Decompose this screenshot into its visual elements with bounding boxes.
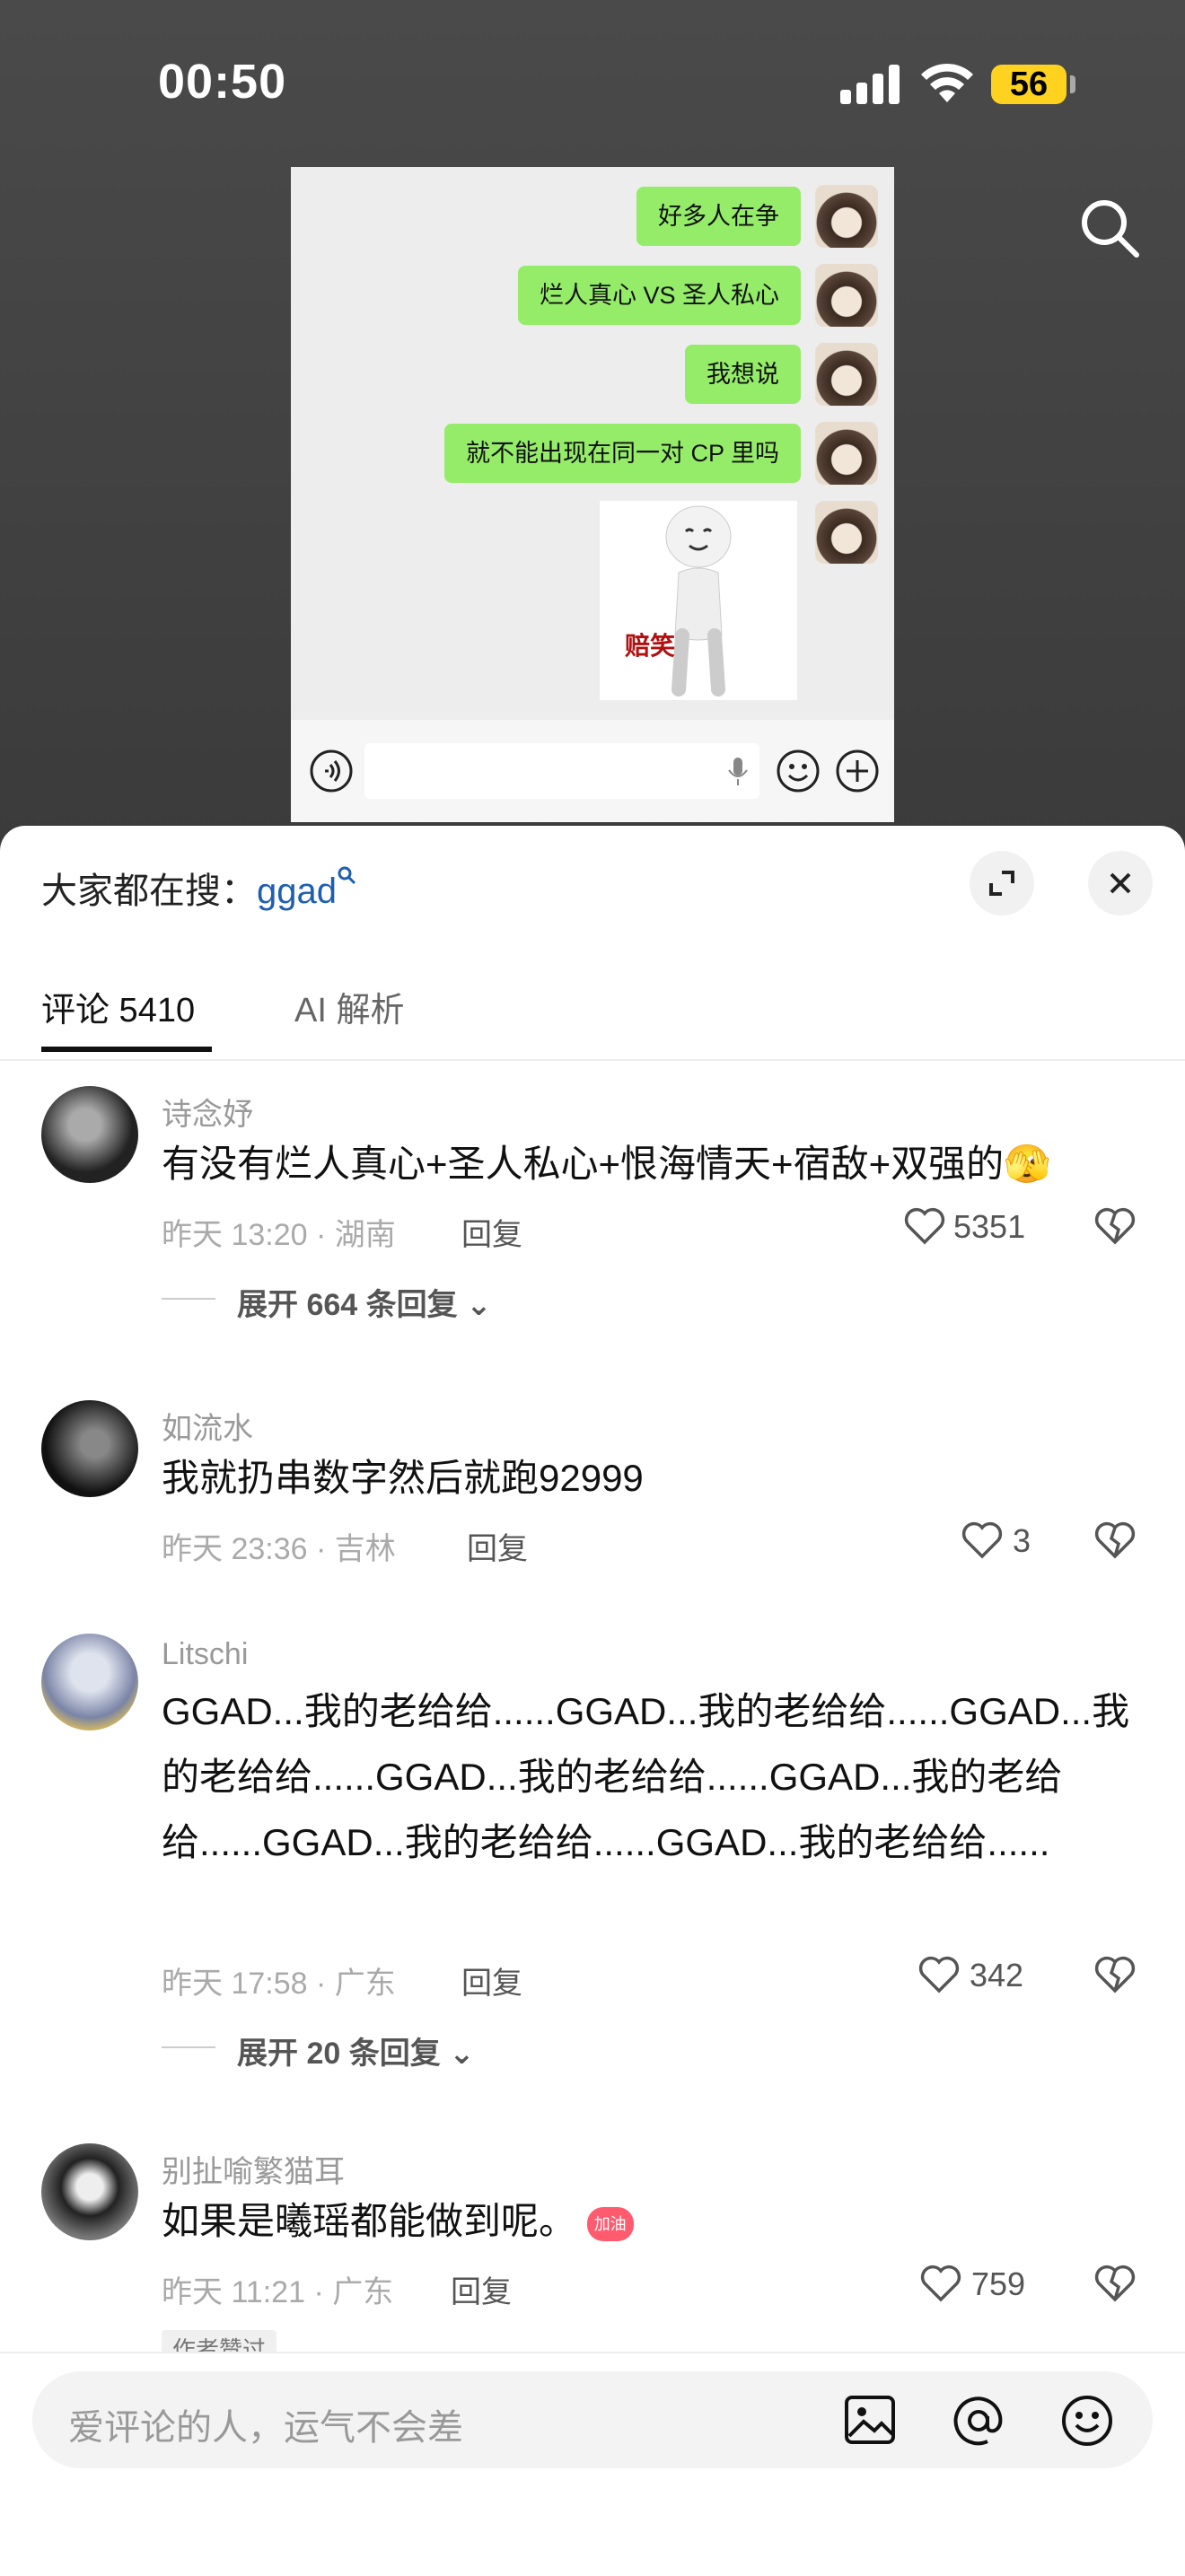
search-small-icon: [338, 866, 356, 885]
wifi-icon: [921, 63, 973, 102]
like-count: 759: [971, 2265, 1026, 2302]
trending-search[interactable]: 大家都在搜：ggad: [41, 862, 356, 914]
expand-replies-label: 展开 20 条回复: [237, 2037, 441, 2071]
close-icon: [1110, 872, 1131, 894]
comment-text: 我就扔串数字然后就跑92999: [162, 1457, 644, 1499]
comment-author[interactable]: 诗念妤: [162, 1090, 253, 1134]
chat-bubble: 我想说: [685, 345, 801, 404]
emoji-icon[interactable]: [1061, 2395, 1113, 2447]
chat-avatar: [815, 264, 878, 327]
dislike-icon[interactable]: [1093, 1520, 1137, 1560]
heart-icon[interactable]: [917, 1955, 961, 1994]
trending-search-prefix: 大家都在搜：: [41, 872, 257, 911]
comment-text: 如果是曦瑶都能做到呢。 加油: [162, 2188, 1149, 2254]
tab-comments[interactable]: 评论 5410: [41, 982, 195, 1031]
mention-icon[interactable]: [952, 2395, 1005, 2447]
chat-text-input: [364, 743, 759, 799]
like-count: 5351: [953, 1208, 1026, 1245]
expand-icon: [989, 871, 1014, 896]
microphone-icon: [728, 758, 748, 785]
search-icon[interactable]: [1077, 196, 1142, 260]
comment-text: GGAD...我的老给给......GGAD...我的老给给......GGAD…: [162, 1690, 1130, 1863]
comment-tabs: 评论 5410 AI 解析: [0, 960, 1185, 1061]
tab-underline: [41, 1047, 212, 1052]
chat-bubble: 好多人在争: [636, 187, 801, 246]
plus-icon: [836, 749, 879, 793]
sticker-image: 赔笑: [600, 501, 797, 700]
comment-author[interactable]: 别扯喻繁猫耳: [162, 2147, 345, 2191]
avatar[interactable]: [41, 1634, 138, 1730]
comment-meta: 昨天 11:21 · 广东: [162, 2275, 394, 2309]
chat-avatar: [815, 501, 878, 564]
heart-icon[interactable]: [903, 1206, 946, 1246]
like-count: 3: [1013, 1522, 1031, 1559]
cheer-emoji-badge: 加油: [586, 2206, 634, 2241]
sticker-label: 赔笑: [625, 632, 676, 660]
tab-ai-analysis[interactable]: AI 解析: [294, 982, 404, 1031]
avatar[interactable]: [41, 1086, 138, 1183]
expand-divider: [162, 2046, 215, 2048]
expand-replies-label: 展开 664 条回复: [237, 1288, 458, 1322]
comment-text-body: 如果是曦瑶都能做到呢。: [162, 2200, 577, 2242]
emoji-icon: [777, 749, 820, 793]
close-button[interactable]: [1088, 851, 1153, 916]
stick-figure-icon: [665, 505, 732, 697]
video-frame[interactable]: 好多人在争 烂人真心 VS 圣人私心 我想说 就不能出现在同一对 CP 里吗 赔…: [291, 167, 894, 1370]
comment-composer: 爱评论的人，运气不会差: [0, 2352, 1185, 2576]
chat-bubble: 烂人真心 VS 圣人私心: [517, 266, 801, 325]
voice-icon: [310, 749, 353, 793]
reply-button[interactable]: 回复: [461, 1210, 522, 1254]
comment-input[interactable]: 爱评论的人，运气不会差: [32, 2371, 1153, 2468]
battery-tip: [1070, 75, 1075, 93]
comment-input-placeholder: 爱评论的人，运气不会差: [68, 2408, 463, 2448]
chat-bubble: 就不能出现在同一对 CP 里吗: [443, 424, 801, 483]
chat-avatar: [815, 185, 878, 248]
chat-input-bar: [291, 720, 894, 1370]
comment-meta: 昨天 23:36 · 吉林: [162, 1532, 396, 1566]
dislike-icon[interactable]: [1093, 1206, 1137, 1246]
dislike-icon[interactable]: [1093, 2264, 1137, 2303]
reply-button[interactable]: 回复: [467, 1524, 528, 1568]
reply-button[interactable]: 回复: [461, 1958, 522, 2002]
expand-replies[interactable]: 展开 20 条回复 ⌄: [237, 2028, 475, 2072]
expand-replies[interactable]: 展开 664 条回复 ⌄: [237, 1280, 492, 1324]
expand-button[interactable]: [970, 851, 1034, 916]
reply-button[interactable]: 回复: [451, 2267, 512, 2311]
comment-meta: 昨天 17:58 · 广东: [162, 1967, 396, 2001]
image-icon[interactable]: [844, 2395, 896, 2445]
heart-icon[interactable]: [961, 1520, 1004, 1560]
like-count: 342: [970, 1957, 1024, 1993]
signal-icon: [840, 65, 900, 104]
comment-sheet: 大家都在搜：ggad 评论 5410 AI 解析 诗念妤 有没有烂人真心+圣人私…: [0, 826, 1185, 2574]
comment-text: 有没有烂人真心+圣人私心+恨海情天+宿敌+双强的🫣: [162, 1143, 1051, 1185]
avatar[interactable]: [41, 2143, 138, 2240]
chat-avatar: [815, 343, 878, 406]
battery-indicator: 56: [991, 65, 1066, 104]
status-time: 00:50: [158, 55, 287, 109]
trending-search-keyword[interactable]: ggad: [257, 872, 337, 911]
dislike-icon[interactable]: [1093, 1955, 1137, 1994]
expand-divider: [162, 1298, 215, 1300]
comment-author[interactable]: 如流水: [162, 1404, 253, 1448]
heart-icon[interactable]: [919, 2264, 962, 2303]
avatar[interactable]: [41, 1400, 138, 1497]
comment-author[interactable]: Litschi: [162, 1637, 248, 1672]
chat-avatar: [815, 422, 878, 485]
comment-meta: 昨天 13:20 · 湖南: [162, 1218, 396, 1252]
status-bar: 00:50 56: [0, 0, 1185, 171]
